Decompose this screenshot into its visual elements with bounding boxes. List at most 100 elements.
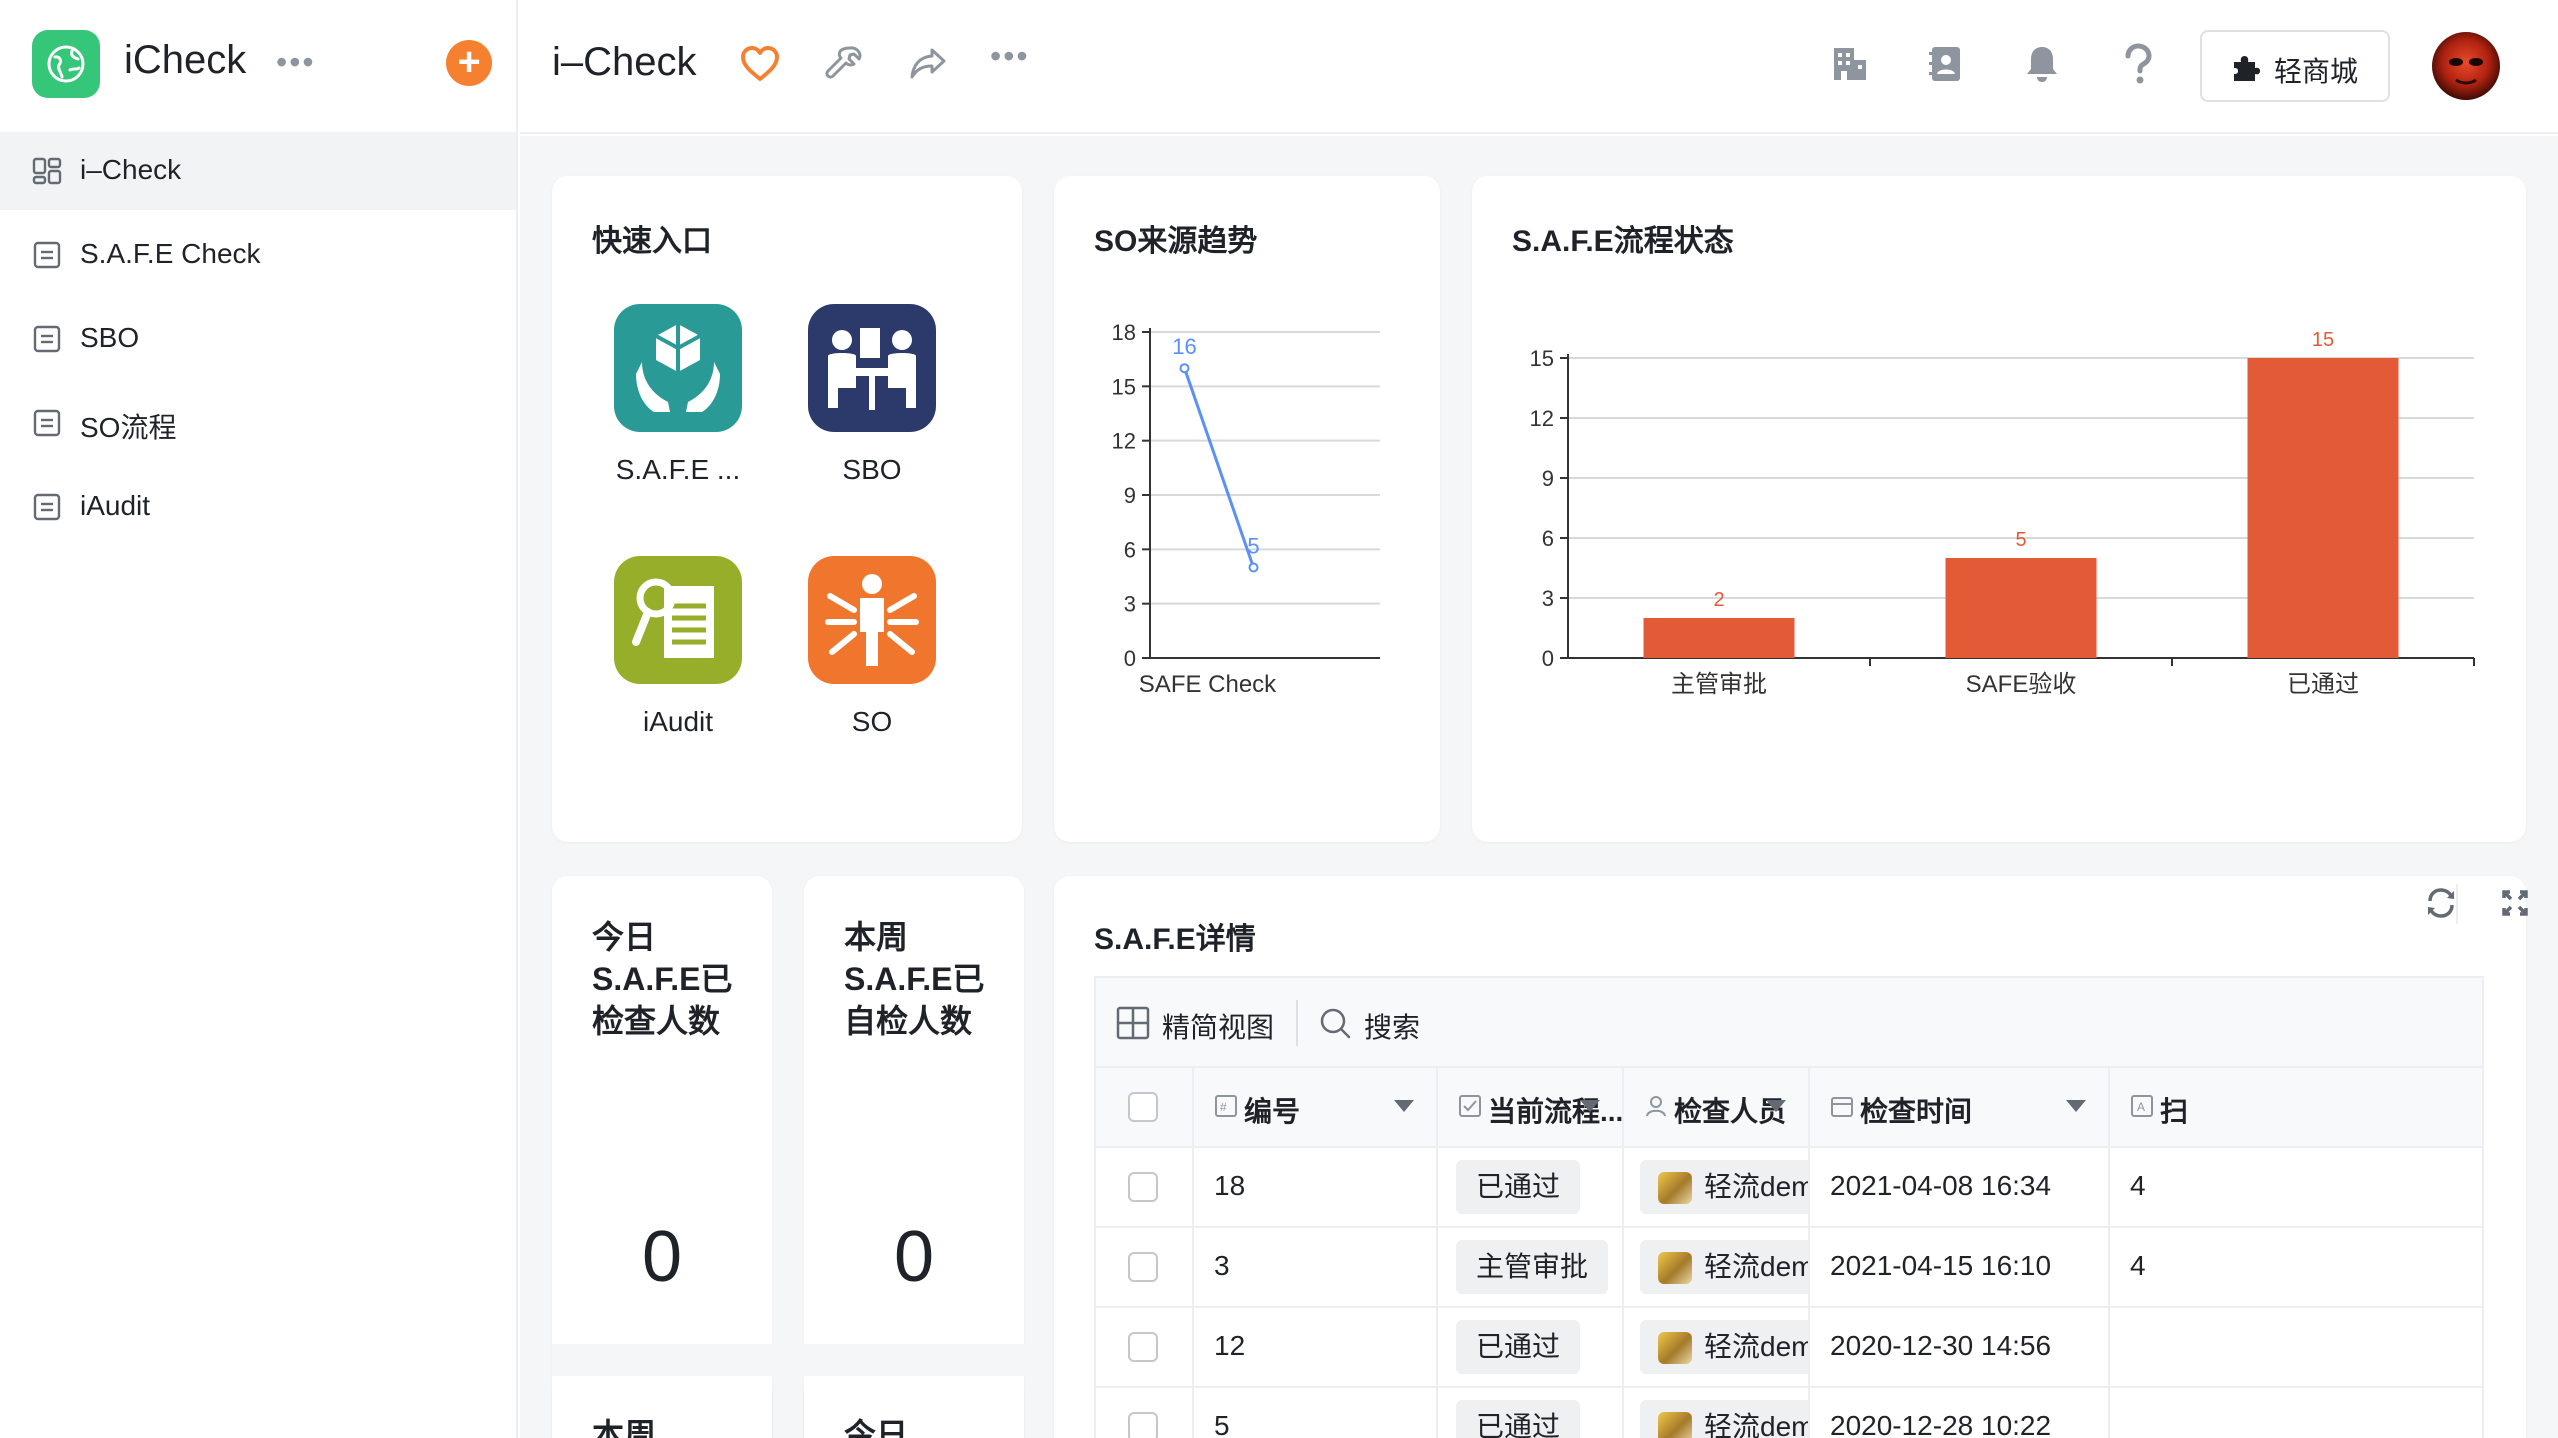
- chevron-down-icon[interactable]: [1580, 1100, 1600, 1112]
- text-field-icon: A: [2131, 1095, 2153, 1117]
- column-header-time[interactable]: 检查时间: [1810, 1068, 2110, 1146]
- status-cell: 已通过: [1438, 1148, 1624, 1226]
- status-badge: 已通过: [1456, 1160, 1581, 1214]
- table-toolbar: 精简视图 搜索: [1096, 978, 2482, 1068]
- table-row[interactable]: 5 已通过 轻流demo账号 2020-12-28 10:22: [1096, 1388, 2482, 1438]
- chevron-down-icon[interactable]: [2066, 1100, 2086, 1112]
- quick-entry-safe[interactable]: S.A.F.E ...: [566, 304, 756, 494]
- status-field-icon: [1459, 1095, 1481, 1117]
- quick-entry-label: iAudit: [642, 706, 714, 737]
- table-row[interactable]: 3 主管审批 轻流demo账号 2021-04-15 16:10 4: [1096, 1228, 2482, 1308]
- quick-entry-label: SO: [851, 706, 893, 737]
- avatar[interactable]: [2432, 32, 2500, 100]
- user-avatar-icon: [1658, 1412, 1692, 1438]
- table-row[interactable]: 12 已通过 轻流demo账号 2020-12-30 14:56: [1096, 1308, 2482, 1388]
- data-label: 2: [1713, 589, 1724, 611]
- inspector-cell: 轻流demo账号: [1624, 1148, 1810, 1226]
- x-tick-label: SAFE验收: [1966, 671, 2077, 698]
- y-tick-label: 0: [1124, 646, 1136, 671]
- bar: [1643, 618, 1795, 658]
- more-icon[interactable]: •••: [990, 38, 1034, 82]
- column-header-scan[interactable]: A 扫: [2110, 1068, 2482, 1146]
- column-header-inspector[interactable]: 检查人员: [1624, 1068, 1810, 1146]
- person-name: 轻流demo账号: [1704, 1171, 1808, 1202]
- y-tick-label: 12: [1530, 406, 1554, 431]
- scan-cell: [2110, 1308, 2482, 1386]
- quick-entry-label: SBO: [842, 454, 902, 485]
- column-header-status[interactable]: 当前流程...: [1438, 1068, 1624, 1146]
- time-cell: 2020-12-30 14:56: [1810, 1308, 2110, 1386]
- favorite-heart-icon[interactable]: [738, 42, 782, 86]
- stat-title: 今日: [844, 1417, 909, 1438]
- wrench-icon[interactable]: [822, 42, 866, 86]
- dashboard-icon: [32, 157, 62, 185]
- search-label: 搜索: [1364, 1012, 1421, 1043]
- add-button[interactable]: +: [446, 40, 492, 86]
- share-icon[interactable]: [906, 42, 950, 86]
- stat-card-week-2: 本周: [552, 1376, 772, 1438]
- row-checkbox[interactable]: [1128, 1332, 1158, 1362]
- inspector-cell: 轻流demo账号: [1624, 1388, 1810, 1438]
- app-more-icon[interactable]: •••: [276, 44, 316, 81]
- table-row[interactable]: 18 已通过 轻流demo账号 2021-04-08 16:34 4: [1096, 1148, 2482, 1228]
- y-tick-label: 6: [1542, 526, 1554, 551]
- row-checkbox[interactable]: [1128, 1172, 1158, 1202]
- user-avatar-icon: [1658, 1332, 1692, 1364]
- quick-entry-card: 快速入口 S.A.F.E ... SBO iAudit SO: [552, 176, 1022, 842]
- card-gap: [552, 1344, 1032, 1376]
- divider: [2456, 884, 2458, 924]
- main-content: 快速入口 S.A.F.E ... SBO iAudit SO SO来源趋势 0 …: [520, 136, 2558, 1438]
- table-header-row: # 编号 当前流程... 检查人员 检查时间 A 扫: [1096, 1068, 2482, 1148]
- chevron-down-icon[interactable]: [1394, 1100, 1414, 1112]
- column-header-id[interactable]: # 编号: [1194, 1068, 1438, 1146]
- help-icon[interactable]: [2116, 42, 2160, 86]
- y-tick-label: 9: [1542, 466, 1554, 491]
- view-toggle-button[interactable]: 精简视图: [1116, 1000, 1286, 1046]
- time-value: 2020-12-28 10:22: [1830, 1410, 2052, 1438]
- status-badge: 已通过: [1456, 1400, 1581, 1438]
- quick-entry-label: S.A.F.E ...: [615, 454, 741, 485]
- quick-entry-iaudit[interactable]: iAudit: [566, 556, 756, 746]
- search-button[interactable]: 搜索: [1318, 1000, 1428, 1046]
- sidebar-item-i-check[interactable]: i–Check: [0, 132, 516, 210]
- sidebar-item-safe-check[interactable]: S.A.F.E Check: [0, 216, 516, 294]
- app-logo[interactable]: [32, 30, 100, 98]
- sidebar-item-iaudit[interactable]: iAudit: [0, 468, 516, 546]
- time-value: 2020-12-30 14:56: [1830, 1330, 2052, 1361]
- quick-entry-sbo[interactable]: SBO: [760, 304, 950, 494]
- mall-button[interactable]: 轻商城: [2200, 30, 2390, 102]
- sidebar-item-label: S.A.F.E Check: [80, 238, 261, 269]
- fullscreen-icon[interactable]: [2480, 874, 2550, 934]
- bell-icon[interactable]: [2020, 42, 2064, 86]
- refresh-icon[interactable]: [2406, 874, 2476, 934]
- column-header-label: 检查时间: [1860, 1096, 1973, 1127]
- so-person-icon: [808, 556, 936, 684]
- card-title: SO来源趋势: [1094, 225, 1258, 258]
- app-name: iCheck: [124, 38, 247, 82]
- sidebar-item-so-process[interactable]: SO流程: [0, 384, 516, 462]
- so-trend-chart: 0 3 6 9 12 15 18 16 5 SAFE Check: [1112, 320, 1380, 698]
- user-avatar-icon: [1658, 1252, 1692, 1284]
- x-tick-label: 已通过: [2287, 671, 2359, 698]
- contacts-icon[interactable]: [1924, 42, 1968, 86]
- mall-button-label: 轻商城: [2274, 56, 2359, 87]
- form-icon: [33, 241, 61, 269]
- y-tick-label: 0: [1542, 646, 1554, 671]
- sidebar-item-sbo[interactable]: SBO: [0, 300, 516, 378]
- form-icon: [33, 409, 61, 437]
- bar: [1945, 558, 2097, 658]
- row-checkbox[interactable]: [1128, 1412, 1158, 1438]
- person-tag: 轻流demo账号: [1640, 1240, 1808, 1294]
- card-title: 快速入口: [592, 225, 712, 258]
- row-checkbox[interactable]: [1128, 1252, 1158, 1282]
- building-icon[interactable]: [1828, 42, 1872, 86]
- y-tick-label: 18: [1112, 320, 1136, 345]
- chevron-down-icon[interactable]: [1766, 1100, 1786, 1112]
- sidebar: iCheck ••• + i–Check S.A.F.E Check SBO S…: [0, 0, 518, 1438]
- calendar-field-icon: [1831, 1097, 1853, 1117]
- select-all-checkbox[interactable]: [1128, 1092, 1158, 1122]
- quick-entry-so[interactable]: SO: [760, 556, 950, 746]
- y-tick-label: 3: [1124, 592, 1136, 617]
- y-tick-label: 6: [1124, 537, 1136, 562]
- grid-view-icon: [1116, 1006, 1150, 1040]
